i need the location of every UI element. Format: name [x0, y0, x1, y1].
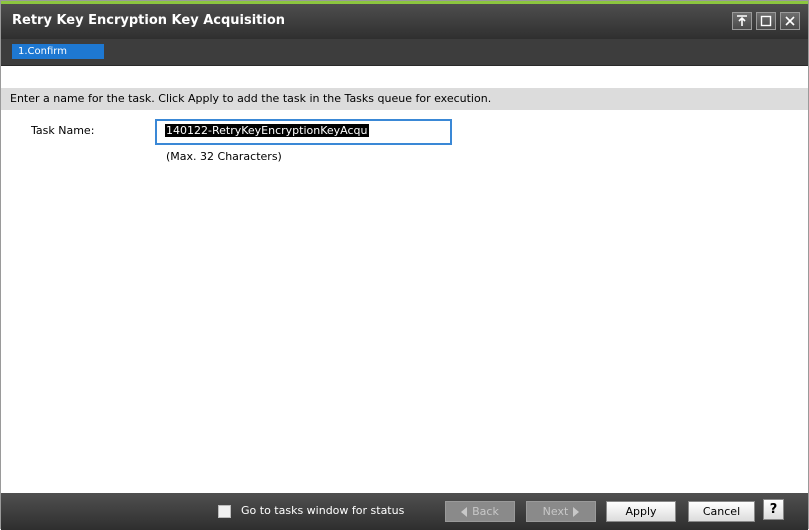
dialog-window: Retry Key Encryption Key Acquisition 1.C…: [0, 0, 809, 530]
window-title: Retry Key Encryption Key Acquisition: [12, 13, 286, 28]
pin-icon[interactable]: [732, 12, 752, 30]
cancel-button-label: Cancel: [702, 505, 741, 518]
task-name-input[interactable]: 140122-RetryKeyEncryptionKeyAcqu: [155, 119, 452, 145]
close-icon[interactable]: [780, 12, 800, 30]
footer-bar: Go to tasks window for status Back Next …: [1, 493, 808, 530]
next-arrow-icon: [573, 506, 580, 517]
back-button-label: Back: [472, 505, 499, 518]
step-bar: 1.Confirm: [1, 39, 808, 66]
help-icon: ?: [769, 502, 778, 517]
help-button[interactable]: ?: [763, 499, 784, 520]
restore-icon[interactable]: [756, 12, 776, 30]
go-to-tasks-label: Go to tasks window for status: [241, 504, 405, 517]
back-button[interactable]: Back: [445, 501, 515, 522]
go-to-tasks-checkbox[interactable]: [218, 505, 231, 518]
cancel-button[interactable]: Cancel: [688, 501, 755, 522]
task-name-label: Task Name:: [31, 124, 95, 137]
step-confirm: 1.Confirm: [12, 44, 104, 59]
instruction-text: Enter a name for the task. Click Apply t…: [1, 88, 808, 110]
next-button-label: Next: [542, 505, 569, 518]
apply-button[interactable]: Apply: [606, 501, 676, 522]
window-controls: [732, 12, 800, 30]
apply-button-label: Apply: [625, 505, 657, 518]
back-arrow-icon: [461, 506, 468, 517]
title-bar: Retry Key Encryption Key Acquisition: [1, 4, 808, 39]
task-name-hint: (Max. 32 Characters): [166, 150, 282, 163]
next-button[interactable]: Next: [526, 501, 596, 522]
task-name-value: 140122-RetryKeyEncryptionKeyAcqu: [165, 124, 369, 137]
